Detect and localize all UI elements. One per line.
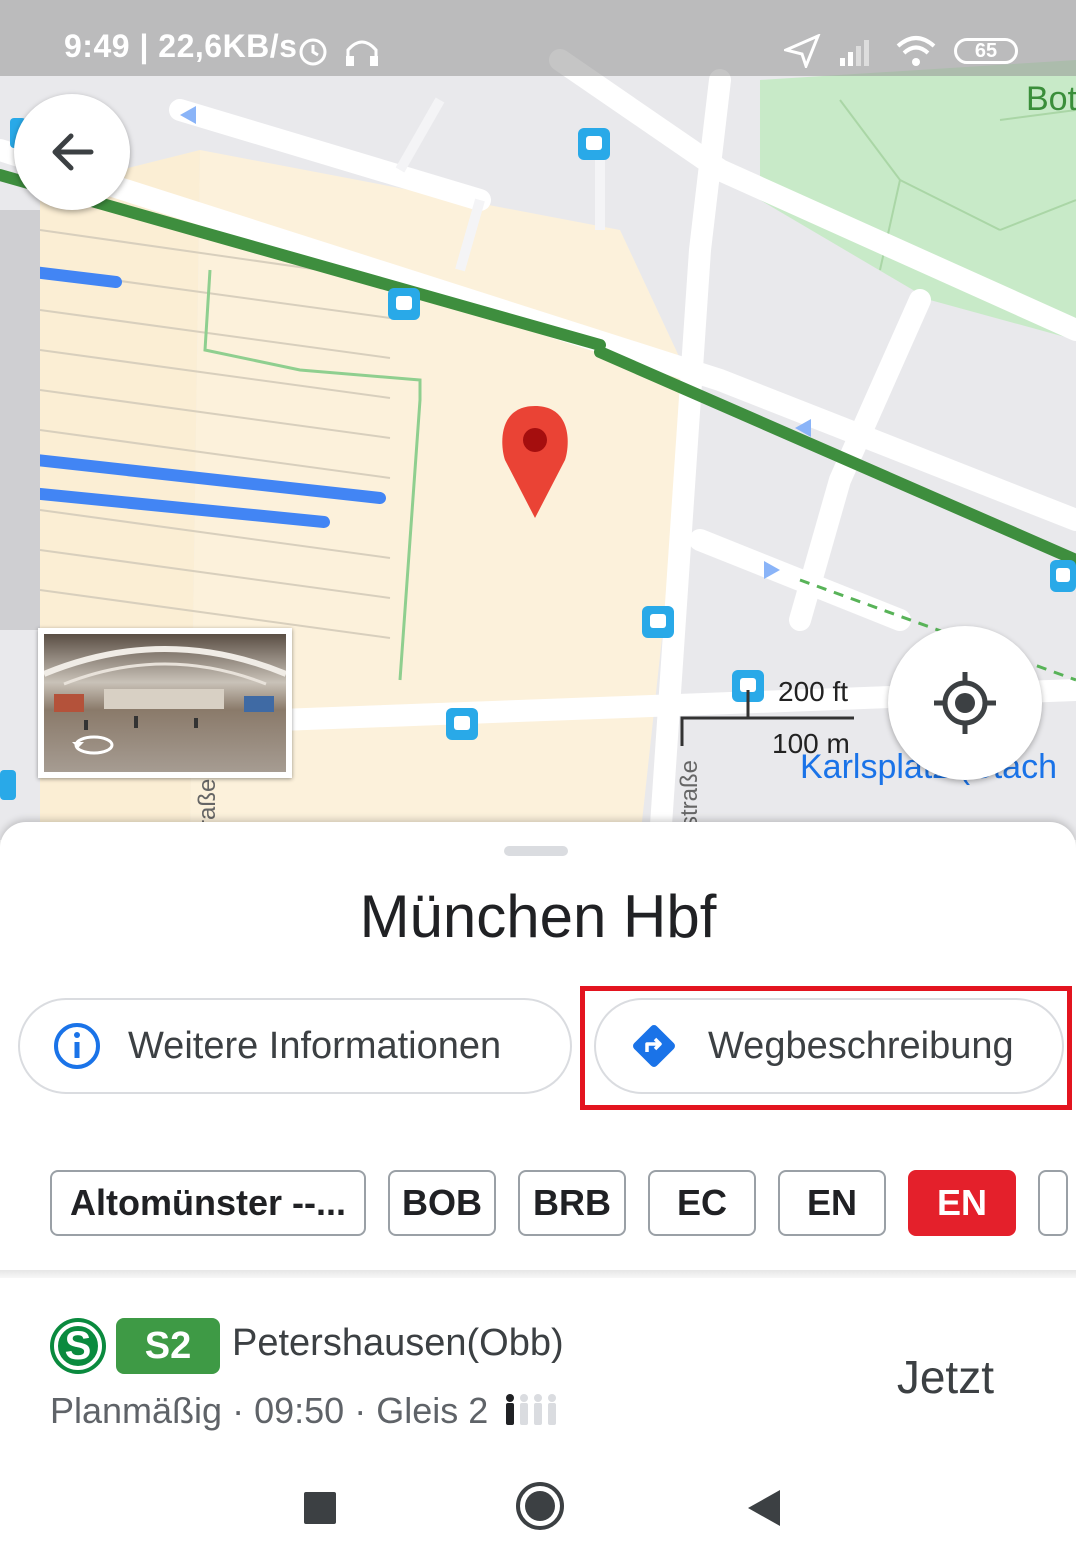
departure-time: 09:50 — [254, 1390, 345, 1431]
my-location-icon — [934, 672, 996, 734]
back-button[interactable] — [14, 94, 130, 210]
departure-meta: Planmäßig · 09:50 · Gleis 2 — [50, 1390, 560, 1432]
chip-en[interactable]: EN — [778, 1170, 886, 1236]
section-divider — [0, 1270, 1076, 1278]
chip-en-selected[interactable]: EN — [908, 1170, 1016, 1236]
departure-platform: Gleis 2 — [376, 1390, 489, 1431]
directions-button[interactable]: Wegbeschreibung — [594, 998, 1064, 1094]
chip-brb[interactable]: BRB — [518, 1170, 626, 1236]
headset-icon — [346, 40, 378, 66]
departure-destination: Petershausen(Obb) — [232, 1322, 564, 1364]
location-arrow-icon — [784, 34, 821, 68]
map-label-park[interactable]: Bot — [1026, 80, 1076, 119]
system-nav-bar — [0, 1456, 1076, 1568]
battery-indicator: 65 — [954, 38, 1018, 64]
home-button[interactable] — [514, 1480, 566, 1532]
info-icon — [54, 1023, 100, 1069]
departure-status: Planmäßig — [50, 1390, 223, 1431]
directions-label: Wegbeschreibung — [708, 1024, 1014, 1067]
chip-altomuenster[interactable]: Altomünster --... — [50, 1170, 366, 1236]
directions-icon — [633, 1025, 675, 1067]
signal-icon — [840, 40, 869, 66]
street-label-left: raße — [194, 778, 221, 828]
map-view[interactable]: raße straße 200 ft 100 m Karlsplatz (Sta… — [0, 0, 1076, 840]
recents-button[interactable] — [304, 1492, 336, 1524]
occupancy-icon — [506, 1394, 557, 1425]
chip-ec[interactable]: EC — [648, 1170, 756, 1236]
street-label-right: straße — [676, 759, 703, 828]
more-info-label: Weitere Informationen — [128, 1024, 502, 1067]
place-title: München Hbf — [359, 883, 717, 950]
rotate-360-icon — [72, 735, 114, 755]
arrow-back-icon — [52, 133, 94, 171]
departure-when: Jetzt — [896, 1351, 994, 1403]
status-bar: 9:49 | 22,6KB/s 65 — [0, 0, 1076, 76]
line-filter-chips: Altomünster --... BOB BRB EC EN EN — [50, 1170, 1068, 1236]
alarm-icon — [299, 38, 327, 66]
s-bahn-icon: S — [50, 1318, 106, 1374]
line-badge: S2 — [116, 1318, 220, 1374]
scale-imperial: 200 ft — [778, 676, 849, 707]
more-info-button[interactable]: Weitere Informationen — [18, 998, 572, 1094]
my-location-button[interactable] — [888, 626, 1042, 780]
street-view-thumbnail[interactable] — [38, 628, 292, 778]
departure-row[interactable]: S S2 Petershausen(Obb) Planmäßig · 09:50… — [50, 1314, 1040, 1434]
status-time: 9:49 | 22,6KB/s — [64, 28, 298, 64]
wifi-icon — [896, 36, 936, 66]
sheet-drag-handle[interactable] — [504, 846, 568, 856]
chip-more[interactable] — [1038, 1170, 1068, 1236]
chip-bob[interactable]: BOB — [388, 1170, 496, 1236]
nav-back-button[interactable] — [746, 1488, 782, 1528]
